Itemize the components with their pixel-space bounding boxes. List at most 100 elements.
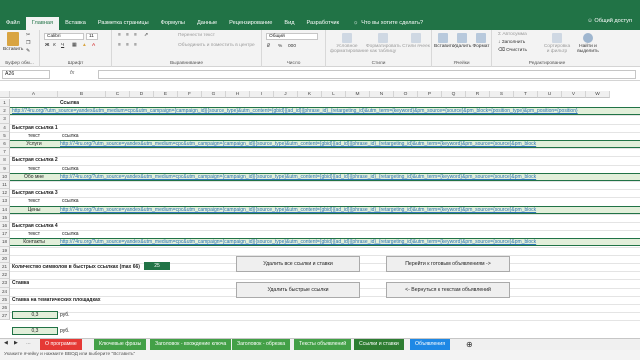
row-header[interactable]: 5	[0, 131, 10, 140]
autosum-button[interactable]: Σ Автосумма	[498, 32, 527, 37]
column-header[interactable]: M	[346, 91, 370, 98]
align-center-icon[interactable]: ≡	[126, 43, 129, 48]
column-header[interactable]: O	[394, 91, 418, 98]
column-header[interactable]: A	[10, 91, 58, 98]
quick-link-text[interactable]: Услуги	[10, 141, 58, 148]
name-box[interactable]: A26	[2, 70, 50, 79]
percent-icon[interactable]: %	[278, 44, 282, 49]
column-header[interactable]: B	[58, 91, 106, 98]
sheet-tab[interactable]: Ключевые фразы	[94, 339, 147, 350]
cell-label[interactable]: текст	[28, 165, 40, 173]
sheet-tab[interactable]: Заголовок - вхождение ключа	[150, 339, 232, 350]
column-header[interactable]: U	[538, 91, 562, 98]
link-row[interactable]: Обо мне http://74ru.org/?utm_source=yande…	[10, 172, 640, 181]
sheet-tab[interactable]: О программе	[40, 339, 82, 350]
align-top-icon[interactable]: ≡	[118, 33, 121, 38]
column-header[interactable]: S	[490, 91, 514, 98]
row-header[interactable]: 20	[0, 254, 10, 263]
link-url[interactable]: http://74ru.org/?utm_source=yandex&utm_m…	[12, 108, 578, 115]
section-heading[interactable]: Ставка на тематических площадках	[12, 296, 101, 304]
format-as-table-button[interactable]: Форматировать как таблицу	[366, 33, 401, 54]
cell-label[interactable]: текст	[28, 197, 40, 205]
section-heading[interactable]: Количество символов в быстрых ссылках (m…	[12, 263, 140, 271]
orientation-icon[interactable]: ⇗	[144, 33, 148, 38]
link-url[interactable]: http://74ru.org/?utm_source=yandex&utm_m…	[60, 239, 536, 246]
row-header[interactable]: 9	[0, 164, 10, 173]
quick-link-text[interactable]: Обо мне	[10, 174, 58, 181]
column-header[interactable]: V	[562, 91, 586, 98]
section-heading[interactable]: Быстрая ссылка 1	[12, 124, 58, 132]
sheet-tab[interactable]: Тексты объявлений	[294, 339, 352, 350]
format-painter-icon[interactable]: ✎	[26, 49, 30, 54]
sheet-tab[interactable]: Ссылки и ставки	[354, 339, 404, 350]
section-heading[interactable]: Ставка	[12, 279, 29, 287]
tab-review[interactable]: Рецензирование	[223, 17, 278, 30]
go-to-ready-ads-button[interactable]: Перейти к готовым объявлениям ->	[386, 256, 510, 272]
link-row[interactable]: Цены http://74ru.org/?utm_source=yandex&u…	[10, 205, 640, 214]
row-header[interactable]: 1	[0, 99, 10, 108]
column-header[interactable]: Q	[442, 91, 466, 98]
column-header[interactable]: G	[202, 91, 226, 98]
column-header[interactable]: K	[298, 91, 322, 98]
row-header[interactable]: 21	[0, 263, 10, 272]
insert-cells-button[interactable]: Вставить	[434, 33, 454, 49]
column-header[interactable]: H	[226, 91, 250, 98]
currency-icon[interactable]: ₽	[267, 44, 270, 49]
row-header[interactable]: 19	[0, 246, 10, 255]
select-all-corner[interactable]	[0, 91, 10, 98]
column-header[interactable]: E	[154, 91, 178, 98]
theme-bid-input[interactable]: 0,3	[12, 327, 58, 335]
add-sheet-icon[interactable]: ⊕	[466, 340, 473, 349]
scroll-left-icon[interactable]: ◀	[4, 341, 8, 346]
align-middle-icon[interactable]: ≡	[126, 33, 129, 38]
row-header[interactable]: 23	[0, 279, 10, 288]
sheet-tab[interactable]: Объявления	[410, 339, 451, 350]
column-header[interactable]: R	[466, 91, 490, 98]
column-header[interactable]: L	[322, 91, 346, 98]
tab-page-layout[interactable]: Разметка страницы	[92, 17, 155, 30]
format-cells-button[interactable]: Формат	[472, 33, 490, 49]
row-header[interactable]: 2	[0, 107, 10, 116]
row-header[interactable]: 26	[0, 304, 10, 313]
row-header[interactable]: 16	[0, 222, 10, 231]
cell-label[interactable]: ссылка	[62, 197, 79, 205]
column-header[interactable]: T	[514, 91, 538, 98]
row-header[interactable]: 27	[0, 312, 10, 321]
paste-button[interactable]: Вставить	[3, 32, 23, 52]
link-row[interactable]: Услуги http://74ru.org/?utm_source=yandex…	[10, 140, 640, 148]
column-header[interactable]: J	[274, 91, 298, 98]
row-header[interactable]: 24	[0, 287, 10, 296]
scroll-right-icon[interactable]: ▶	[14, 341, 18, 346]
row-header[interactable]: 17	[0, 230, 10, 239]
row-header[interactable]: 13	[0, 197, 10, 206]
underline-button[interactable]: Ч	[61, 43, 64, 48]
row-header[interactable]: 12	[0, 189, 10, 198]
clear-button[interactable]: ⌫ Очистить	[498, 48, 527, 53]
tab-insert[interactable]: Вставка	[59, 17, 92, 30]
column-header[interactable]: D	[130, 91, 154, 98]
cell-styles-button[interactable]: Стили ячеек	[402, 33, 430, 49]
row-header[interactable]: 15	[0, 213, 10, 222]
share-button[interactable]: ☺ Общий доступ	[587, 18, 632, 24]
row-header[interactable]: 7	[0, 148, 10, 157]
back-to-ad-texts-button[interactable]: <- Вернуться к текстам объявлений	[386, 282, 510, 298]
link-url[interactable]: http://74ru.org/?utm_source=yandex&utm_m…	[60, 207, 536, 214]
cell-label[interactable]: ссылка	[62, 132, 79, 140]
section-heading[interactable]: Быстрая ссылка 4	[12, 222, 58, 230]
font-color-icon[interactable]: А	[92, 43, 95, 48]
row-header[interactable]: 11	[0, 181, 10, 190]
cell-label[interactable]: текст	[28, 230, 40, 238]
column-header[interactable]: W	[586, 91, 610, 98]
row-header[interactable]: 14	[0, 205, 10, 214]
section-heading[interactable]: Быстрая ссылка 2	[12, 156, 58, 164]
row-header[interactable]: 18	[0, 238, 10, 247]
tab-view[interactable]: Вид	[278, 17, 300, 30]
copy-icon[interactable]: ❐	[26, 41, 30, 46]
delete-all-links-button[interactable]: Удалить все ссылки и ставки	[236, 256, 360, 272]
borders-icon[interactable]: ▦	[72, 43, 77, 48]
quick-link-text[interactable]: Контакты	[10, 239, 58, 246]
cell-label[interactable]: ссылка	[62, 230, 79, 238]
tell-me-box[interactable]: ☼ Что вы хотите сделать?	[353, 20, 423, 30]
row-header[interactable]: 6	[0, 140, 10, 149]
fill-button[interactable]: ↓ Заполнить	[498, 40, 525, 45]
